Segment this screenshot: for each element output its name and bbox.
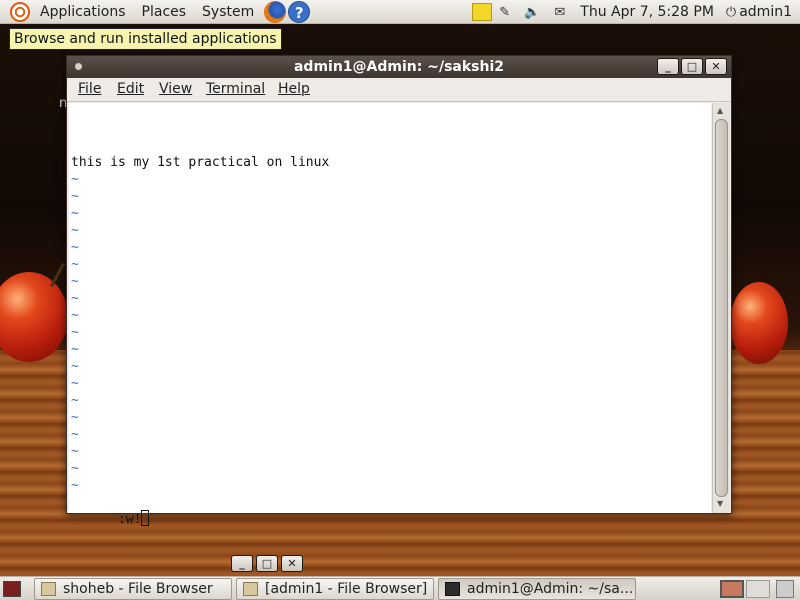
network-icon[interactable]: ✎ — [499, 5, 510, 20]
window-title: admin1@Admin: ~/sakshi2 — [293, 59, 505, 75]
vim-empty-line-tilde: ~ — [71, 342, 79, 357]
bottom-panel: shoheb - File Browser [admin1 - File Bro… — [0, 576, 800, 600]
apple-left — [0, 272, 68, 362]
scroll-up-icon[interactable]: ▲ — [717, 106, 723, 115]
taskbar-label: [admin1 - File Browser] — [265, 581, 428, 597]
vim-empty-line-tilde: ~ — [71, 410, 79, 425]
taskbar-item-shoheb[interactable]: shoheb - File Browser — [34, 578, 232, 600]
vim-empty-line-tilde: ~ — [71, 376, 79, 391]
mail-icon[interactable]: ✉ — [554, 5, 565, 20]
scroll-down-icon[interactable]: ▼ — [717, 499, 723, 508]
menu-system[interactable]: System — [194, 0, 262, 24]
vim-command-line: :w! — [71, 495, 150, 542]
folder-icon — [41, 582, 56, 596]
menu-applications[interactable]: Applications — [32, 0, 134, 24]
vim-empty-line-tilde: ~ — [71, 240, 79, 255]
trash-icon[interactable] — [776, 580, 794, 598]
minimize-button[interactable]: _ — [657, 58, 679, 75]
workspace-2[interactable] — [746, 580, 770, 598]
menu-terminal[interactable]: Terminal — [206, 81, 265, 97]
title-bar[interactable]: admin1@Admin: ~/sakshi2 _ □ ✕ — [67, 56, 731, 78]
apple-left-stem — [50, 262, 65, 288]
help-icon[interactable]: ? — [288, 0, 311, 23]
maximize-button[interactable]: □ — [681, 58, 703, 75]
vim-empty-line-tilde: ~ — [71, 393, 79, 408]
menu-places[interactable]: Places — [134, 0, 195, 24]
vim-empty-line-tilde: ~ — [71, 325, 79, 340]
vim-empty-line-tilde: ~ — [71, 223, 79, 238]
menu-edit[interactable]: Edit — [117, 81, 144, 97]
vim-empty-line-tilde: ~ — [71, 291, 79, 306]
close-button[interactable]: ✕ — [705, 58, 727, 75]
scroll-thumb[interactable] — [715, 119, 728, 497]
tooltip: Browse and run installed applications — [9, 28, 282, 50]
vim-empty-line-tilde: ~ — [71, 172, 79, 187]
vim-empty-line-tilde: ~ — [71, 427, 79, 442]
volume-icon[interactable]: 🔈 — [524, 5, 540, 20]
user-name[interactable]: admin1 — [739, 4, 792, 20]
minimized-window-controls: _ □ ✕ — [229, 555, 307, 575]
vim-empty-line-tilde: ~ — [71, 444, 79, 459]
taskbar-label: shoheb - File Browser — [63, 581, 213, 597]
terminal-menubar: File Edit View Terminal Help — [67, 78, 731, 102]
taskbar-item-terminal[interactable]: admin1@Admin: ~/sa... — [438, 578, 636, 600]
clock[interactable]: Thu Apr 7, 5:28 PM — [580, 4, 714, 20]
text-cursor — [141, 510, 150, 526]
firefox-icon[interactable] — [264, 0, 287, 23]
menu-help[interactable]: Help — [278, 81, 310, 97]
mini-maximize-button[interactable]: □ — [256, 555, 278, 572]
workspace-1[interactable] — [720, 580, 744, 598]
vim-command: :w! — [117, 512, 142, 527]
vim-empty-line-tilde: ~ — [71, 478, 79, 493]
scrollbar[interactable]: ▲ ▼ — [712, 103, 730, 513]
apple-right — [730, 282, 788, 364]
system-tray: ✎ 🔈 ✉ Thu Apr 7, 5:28 PM ⏻ admin1 — [472, 0, 800, 24]
show-desktop-icon[interactable] — [3, 581, 21, 597]
mini-close-button[interactable]: ✕ — [281, 555, 303, 572]
terminal-icon — [445, 582, 460, 596]
terminal-window: admin1@Admin: ~/sakshi2 _ □ ✕ File Edit … — [66, 55, 732, 527]
content-line: this is my 1st practical on linux — [71, 155, 330, 170]
folder-icon — [243, 582, 258, 596]
notes-icon[interactable] — [472, 3, 493, 21]
vim-empty-line-tilde: ~ — [71, 206, 79, 221]
mini-minimize-button[interactable]: _ — [231, 555, 253, 572]
vim-empty-line-tilde: ~ — [71, 461, 79, 476]
taskbar-label: admin1@Admin: ~/sa... — [467, 581, 634, 597]
terminal-text-area[interactable]: this is my 1st practical on linux ~ ~ ~ ~ ~ ~… — [69, 103, 711, 527]
taskbar-item-admin1[interactable]: [admin1 - File Browser] — [236, 578, 434, 600]
vim-empty-line-tilde: ~ — [71, 189, 79, 204]
power-icon[interactable]: ⏻ — [726, 5, 736, 20]
vim-empty-line-tilde: ~ — [71, 308, 79, 323]
ubuntu-logo-icon[interactable] — [10, 1, 30, 22]
vim-empty-line-tilde: ~ — [71, 257, 79, 272]
vim-empty-line-tilde: ~ — [71, 359, 79, 374]
menu-file[interactable]: File — [78, 81, 101, 97]
menu-view[interactable]: View — [159, 81, 192, 97]
vim-empty-line-tilde: ~ — [71, 274, 79, 289]
